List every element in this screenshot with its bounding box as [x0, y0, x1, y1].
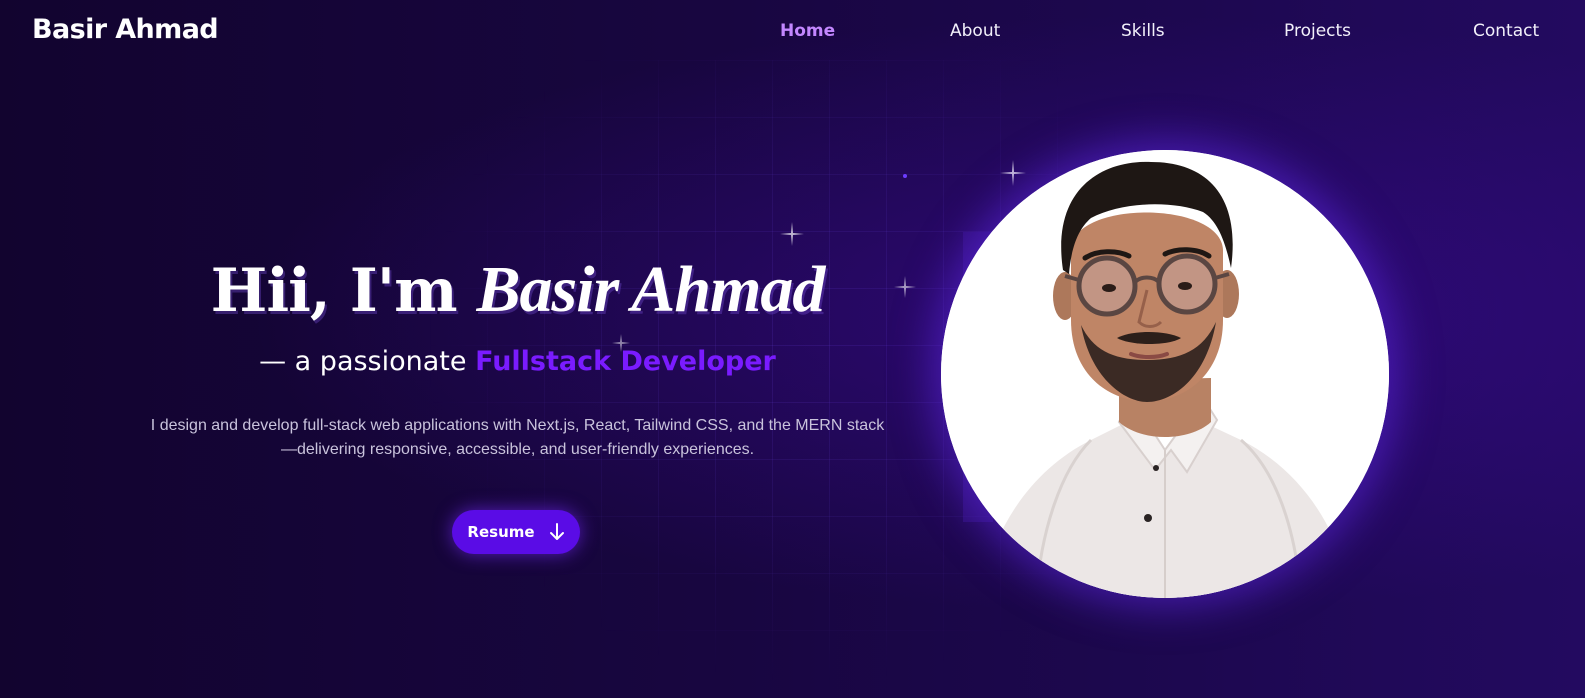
brand-logo[interactable]: Basir Ahmad: [32, 14, 219, 45]
resume-button[interactable]: Resume: [452, 510, 580, 554]
hero-title: Hii, I'm Basir Ahmad: [130, 252, 905, 328]
nav-link-contact[interactable]: Contact: [1473, 21, 1539, 41]
resume-button-label: Resume: [467, 523, 535, 541]
nav-link-home[interactable]: Home: [780, 21, 835, 41]
arrow-down-icon: [549, 523, 564, 540]
hero-description-line2: —delivering responsive, accessible, and …: [280, 441, 755, 458]
sparkle-icon: [1000, 160, 1026, 186]
profile-photo: [941, 150, 1389, 598]
sparkle-icon: [780, 222, 804, 246]
hero-name: Basir Ahmad: [476, 253, 826, 326]
hero-description: I design and develop full-stack web appl…: [130, 414, 905, 462]
hero-subtitle: — a passionate Fullstack Developer: [130, 346, 905, 377]
hero-role: Fullstack Developer: [475, 346, 776, 377]
person-portrait: [941, 150, 1389, 598]
nav-link-projects[interactable]: Projects: [1284, 21, 1351, 41]
nav-link-skills[interactable]: Skills: [1121, 21, 1165, 41]
hero-greeting: Hii, I'm: [210, 256, 458, 326]
navbar: Basir Ahmad Home About Skills Projects C…: [0, 0, 1585, 64]
hero-subtitle-prefix: — a passionate: [259, 346, 467, 377]
hero-description-line1: I design and develop full-stack web appl…: [150, 417, 885, 434]
star-dot: [903, 174, 907, 178]
nav-link-about[interactable]: About: [950, 21, 1000, 41]
